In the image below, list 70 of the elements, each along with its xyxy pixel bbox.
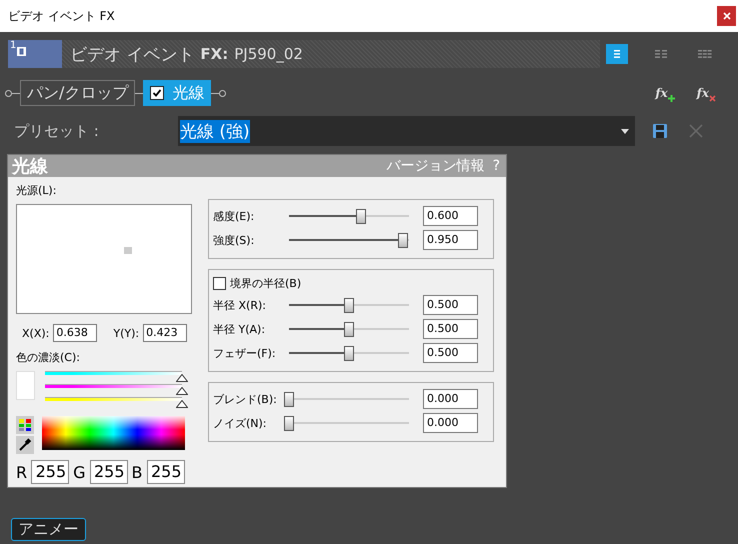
slider-thumb[interactable]: [344, 298, 354, 313]
value-field[interactable]: 0.000: [423, 413, 478, 433]
slider-thumb[interactable]: [344, 346, 354, 361]
value-field[interactable]: 0.000: [423, 389, 478, 409]
slider-thumb[interactable]: [356, 209, 366, 224]
value-field[interactable]: 0.500: [423, 295, 478, 315]
eyedropper-icon[interactable]: [16, 436, 34, 454]
x-field[interactable]: 0.638: [53, 324, 98, 342]
close-icon: [722, 12, 730, 20]
value-field[interactable]: 0.500: [423, 343, 478, 363]
slider-thumb[interactable]: [284, 392, 294, 407]
channel-label: R: [16, 462, 28, 482]
animate-button[interactable]: アニメー: [11, 518, 86, 541]
checkbox[interactable]: [150, 86, 164, 100]
slider-label: ノイズ(N):: [213, 416, 268, 430]
fx-chain-tab[interactable]: パン/クロップ: [20, 80, 136, 106]
plus-icon: [668, 95, 675, 102]
value-field[interactable]: 0.600: [423, 206, 478, 226]
slider-thumb-icon[interactable]: [176, 374, 188, 382]
preset-dropdown[interactable]: 光線 (強): [178, 116, 635, 146]
slider-thumb[interactable]: [344, 322, 354, 337]
slider-label: 半径 X(R):: [213, 298, 267, 312]
checkbox-label: 境界の半径(B): [230, 276, 302, 291]
view-button[interactable]: [606, 44, 628, 64]
caret-icon: [621, 128, 629, 134]
fx-label: FX:: [200, 45, 228, 63]
plugin-title: 光線: [12, 155, 49, 178]
slider-label: 強度(S):: [213, 232, 256, 248]
tint-label: 色の濃淡(C):: [16, 350, 81, 365]
add-fx-button[interactable]: fx: [655, 86, 675, 100]
y-field[interactable]: 0.423: [143, 324, 188, 342]
channel-field[interactable]: 255: [90, 460, 128, 484]
light-source-label: 光源(L):: [16, 183, 58, 198]
channel-field[interactable]: 255: [31, 460, 70, 484]
x-label: X(X):: [22, 326, 50, 340]
value-field[interactable]: 0.500: [423, 319, 478, 339]
slider-thumb-icon[interactable]: [176, 387, 188, 395]
slider-label: 感度(E):: [213, 208, 256, 224]
y-label: Y(Y):: [113, 326, 140, 340]
slider-thumb[interactable]: [284, 416, 294, 431]
tint-slider[interactable]: [45, 384, 188, 395]
slider-label: フェザー(F):: [213, 346, 277, 360]
fx-name: PJ590_02: [234, 45, 303, 63]
tint-slider[interactable]: [45, 397, 188, 408]
window-title: ビデオ イベント FX: [8, 8, 115, 24]
preset-label: プリセット :: [14, 122, 100, 140]
track-number: 1: [10, 40, 16, 51]
slider-thumb-icon[interactable]: [176, 400, 188, 408]
checkbox[interactable]: [213, 277, 226, 290]
slider-label: 半径 Y(A):: [213, 322, 266, 336]
palette-icon[interactable]: [16, 416, 34, 434]
list-icon: [654, 49, 668, 59]
slider-thumb[interactable]: [398, 233, 408, 248]
color-swatch: [16, 371, 35, 400]
remove-fx-button[interactable]: fx: [696, 86, 716, 100]
color-spectrum[interactable]: [42, 416, 185, 450]
tint-slider[interactable]: [45, 371, 188, 382]
channel-label: B: [132, 462, 143, 482]
channel-label: G: [73, 462, 86, 482]
close-button[interactable]: [717, 6, 736, 26]
list-icon: [698, 49, 712, 59]
light-source-canvas[interactable]: [16, 204, 192, 314]
value-field[interactable]: 0.950: [423, 230, 478, 250]
light-point-handle[interactable]: [124, 247, 132, 254]
event-label: ビデオ イベント: [70, 44, 194, 66]
cross-icon: [709, 95, 716, 102]
channel-field[interactable]: 255: [146, 460, 185, 484]
save-icon[interactable]: [653, 124, 667, 138]
slider-label: ブレンド(B):: [213, 392, 278, 406]
film-icon: [17, 47, 26, 56]
